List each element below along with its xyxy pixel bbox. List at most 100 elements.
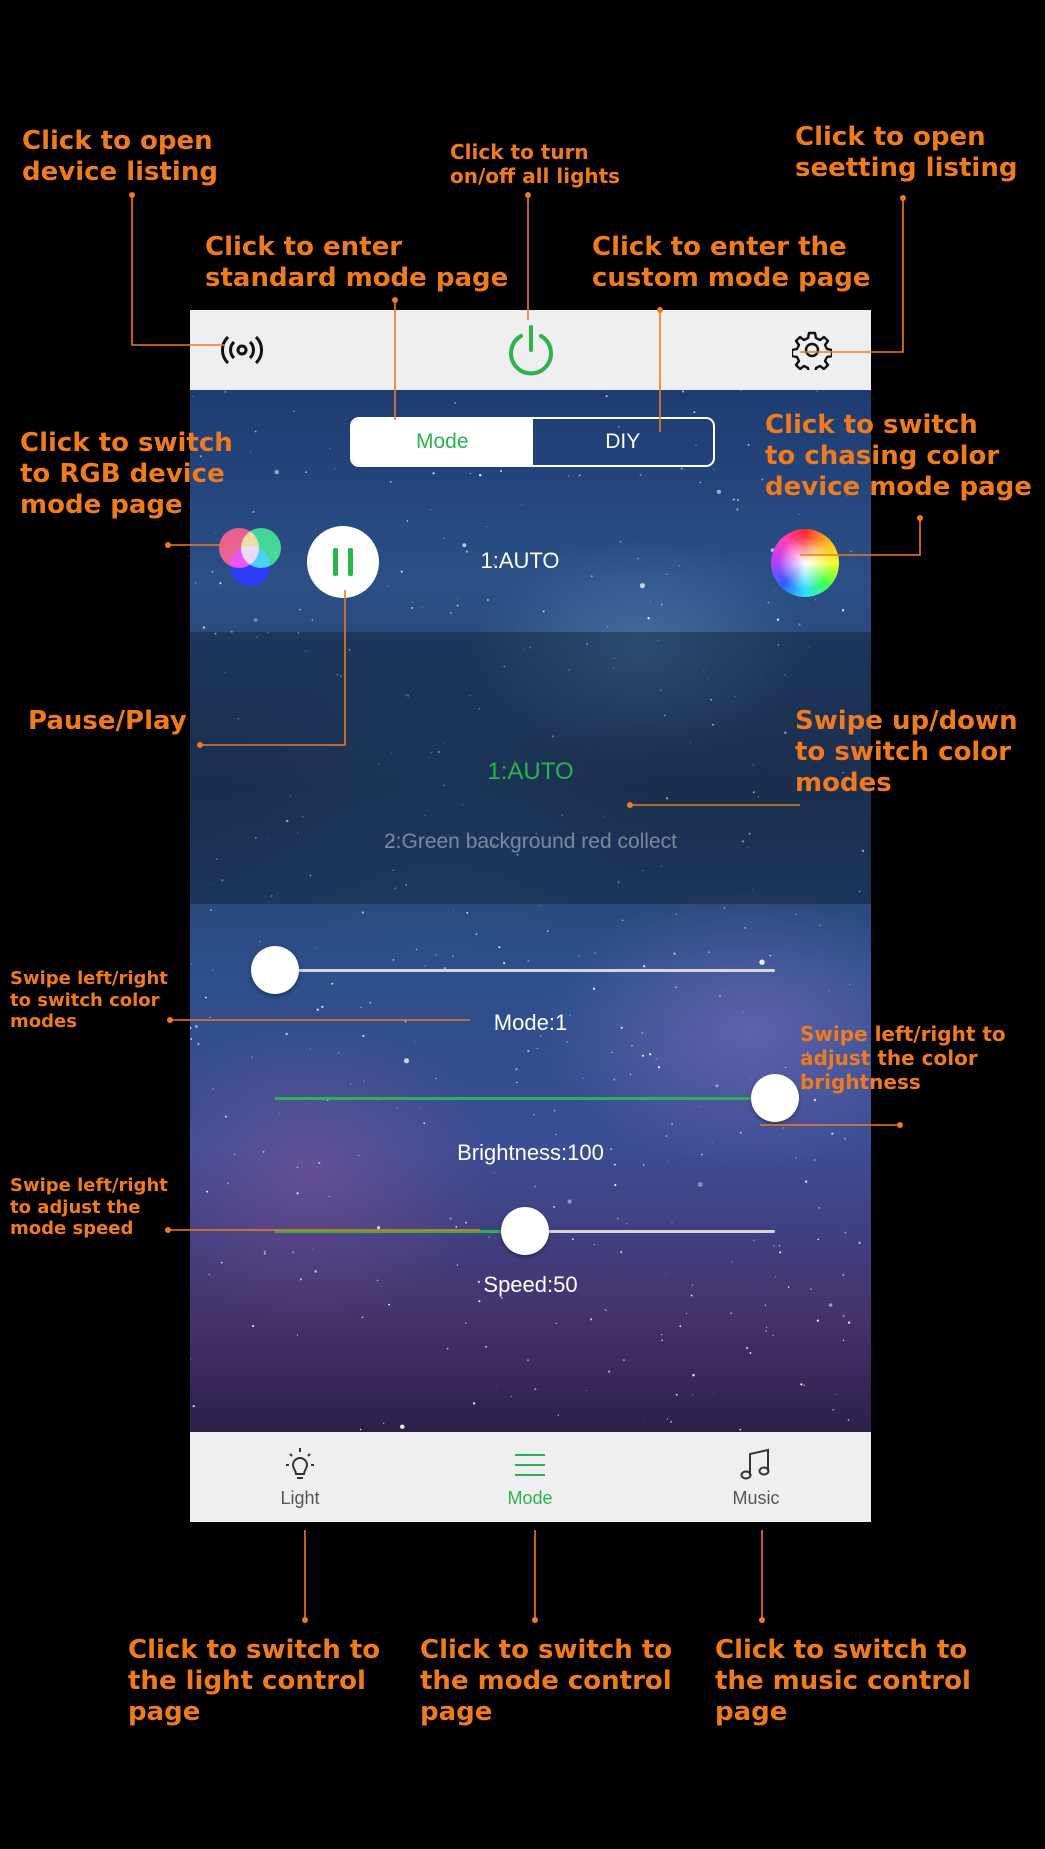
star bbox=[496, 1385, 498, 1387]
star bbox=[534, 1185, 537, 1188]
star bbox=[747, 444, 750, 446]
star bbox=[765, 1330, 767, 1332]
star bbox=[842, 1339, 845, 1342]
speed-slider-thumb[interactable] bbox=[501, 1207, 549, 1255]
star bbox=[493, 1172, 495, 1174]
star bbox=[421, 606, 423, 608]
star bbox=[350, 1083, 351, 1085]
star bbox=[842, 1314, 845, 1317]
star bbox=[469, 472, 472, 475]
star bbox=[817, 1238, 819, 1241]
star bbox=[465, 1322, 467, 1324]
star bbox=[404, 1058, 409, 1064]
star bbox=[594, 1244, 595, 1246]
star bbox=[779, 1251, 782, 1254]
star bbox=[432, 472, 435, 475]
star bbox=[841, 609, 845, 612]
nav-music[interactable]: Music bbox=[676, 1432, 836, 1522]
star bbox=[666, 1418, 668, 1420]
star bbox=[631, 1045, 633, 1047]
star bbox=[212, 969, 214, 971]
nav-mode[interactable]: Mode bbox=[450, 1432, 610, 1522]
star bbox=[486, 526, 488, 528]
annotation-custom-mode: Click to enter the custom mode page bbox=[592, 232, 871, 294]
settings-button[interactable] bbox=[790, 328, 834, 372]
star bbox=[772, 1334, 774, 1337]
star bbox=[192, 1405, 195, 1408]
star bbox=[224, 390, 227, 393]
tab-mode[interactable]: Mode bbox=[352, 419, 533, 465]
star bbox=[661, 1339, 663, 1341]
star bbox=[644, 1421, 646, 1422]
star bbox=[305, 471, 307, 473]
tab-diy[interactable]: DIY bbox=[533, 419, 714, 465]
star bbox=[206, 1190, 209, 1193]
star bbox=[264, 1250, 266, 1253]
star bbox=[259, 941, 261, 943]
star bbox=[503, 962, 506, 965]
star bbox=[674, 986, 677, 989]
star bbox=[456, 604, 459, 607]
star bbox=[699, 481, 701, 484]
star bbox=[475, 933, 478, 935]
annotation-nav-music: Click to switch to the music control pag… bbox=[715, 1635, 971, 1728]
star bbox=[692, 1394, 694, 1396]
star bbox=[849, 984, 851, 986]
star bbox=[858, 1241, 861, 1245]
star bbox=[224, 1115, 227, 1118]
star bbox=[292, 1251, 295, 1254]
star bbox=[555, 1133, 557, 1136]
star bbox=[712, 1392, 714, 1394]
star bbox=[828, 1303, 833, 1307]
star bbox=[671, 1123, 673, 1126]
device-list-button[interactable] bbox=[220, 328, 264, 372]
mode-list-next[interactable]: 2:Green background red collect bbox=[190, 830, 871, 854]
star bbox=[462, 543, 467, 548]
gear-icon bbox=[792, 331, 832, 370]
annotation-rgb-device: Click to switch to RGB device mode page bbox=[20, 428, 233, 521]
star bbox=[697, 1182, 703, 1187]
mode-slider-thumb[interactable] bbox=[251, 946, 299, 994]
annotation-nav-light: Click to switch to the light control pag… bbox=[128, 1635, 381, 1728]
star bbox=[361, 1316, 364, 1319]
star bbox=[831, 1132, 834, 1135]
star bbox=[680, 467, 683, 470]
star bbox=[818, 1207, 820, 1209]
power-button[interactable] bbox=[504, 322, 558, 378]
wireless-signal-icon bbox=[221, 335, 263, 365]
brightness-slider-label: Brightness:100 bbox=[457, 1140, 604, 1165]
star bbox=[665, 573, 668, 576]
nav-light-label: Light bbox=[280, 1488, 320, 1508]
mode-list-selected[interactable]: 1:AUTO bbox=[190, 758, 871, 786]
star bbox=[415, 948, 418, 950]
star bbox=[678, 565, 680, 567]
star bbox=[220, 1261, 223, 1264]
annotation-device-listing: Click to open device listing bbox=[22, 126, 218, 188]
star bbox=[758, 1121, 760, 1122]
star bbox=[194, 582, 197, 584]
mode-diy-segmented-control: Mode DIY bbox=[350, 417, 715, 467]
star bbox=[452, 955, 454, 957]
star bbox=[293, 410, 295, 412]
chasing-color-device-button[interactable] bbox=[770, 528, 840, 598]
star bbox=[321, 1005, 324, 1009]
star bbox=[749, 1352, 752, 1354]
nav-light[interactable]: Light bbox=[220, 1432, 380, 1522]
star bbox=[456, 1264, 458, 1266]
star bbox=[814, 599, 816, 601]
power-icon bbox=[509, 325, 553, 376]
pause-icon bbox=[333, 548, 353, 576]
star bbox=[515, 1068, 518, 1071]
brightness-slider-thumb[interactable] bbox=[751, 1074, 799, 1122]
star bbox=[723, 907, 726, 909]
rgb-device-button[interactable] bbox=[215, 520, 285, 590]
star bbox=[847, 1321, 851, 1324]
star bbox=[465, 1221, 467, 1224]
star bbox=[740, 390, 742, 391]
speed-slider-fill bbox=[275, 1230, 525, 1233]
music-note-icon bbox=[740, 1448, 770, 1480]
mode-slider-track bbox=[275, 969, 775, 972]
star bbox=[450, 612, 452, 614]
pause-play-button[interactable] bbox=[307, 526, 379, 598]
star bbox=[590, 575, 593, 578]
